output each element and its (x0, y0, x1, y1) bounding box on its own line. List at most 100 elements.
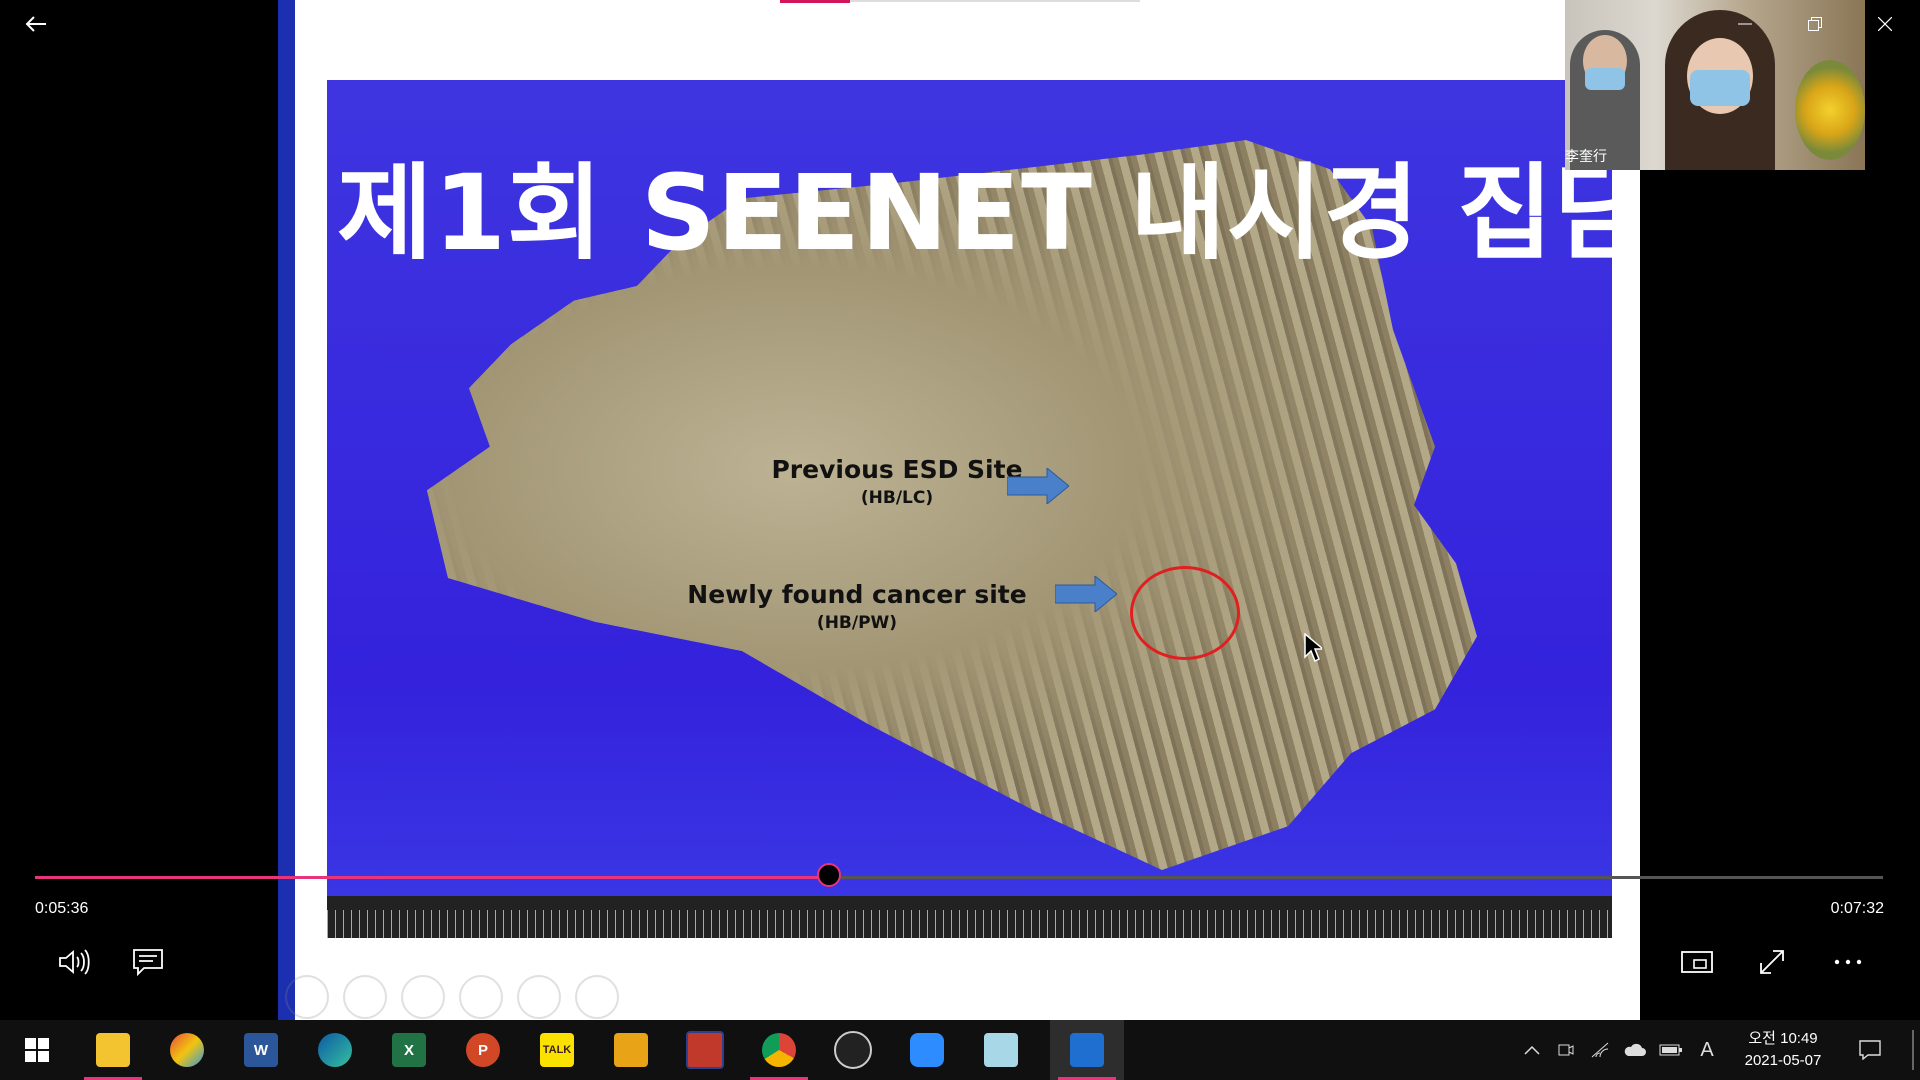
slide-left-border (278, 0, 295, 1020)
wifi-icon (1591, 1042, 1609, 1058)
tray-battery[interactable] (1656, 1020, 1686, 1080)
annotation-new-cancer: Newly found cancer site (HB/PW) (657, 580, 1057, 633)
ghost-slides-icon (459, 975, 503, 1019)
fullscreen-button[interactable] (1750, 942, 1794, 982)
excel-icon: X (392, 1033, 426, 1067)
windows-logo-icon (25, 1038, 49, 1062)
windows-taskbar: W X P TALK A 오전 10:49 2021-05-07 (0, 1020, 1920, 1080)
cancer-site-circle (1130, 566, 1240, 660)
taskbar-zoom[interactable] (890, 1020, 964, 1080)
taskbar-file-explorer[interactable] (76, 1020, 150, 1080)
more-options-button[interactable] (1826, 942, 1870, 982)
captions-icon (133, 949, 163, 976)
slide-progress-indicator (780, 0, 850, 3)
powerpoint-icon: P (466, 1033, 500, 1067)
file-explorer-icon (96, 1033, 130, 1067)
taskbar-paint[interactable] (150, 1020, 224, 1080)
show-desktop-divider[interactable] (1912, 1030, 1914, 1070)
taskbar-video-player[interactable] (1050, 1020, 1124, 1080)
forward-30-icon: 30 (1021, 948, 1050, 978)
close-icon (1878, 17, 1892, 31)
taskbar-powerpoint[interactable]: P (446, 1020, 520, 1080)
minimize-button[interactable] (1710, 0, 1780, 48)
participant-1-mask (1585, 68, 1625, 90)
paint-icon (170, 1033, 204, 1067)
tray-network[interactable] (1586, 1020, 1614, 1080)
total-time: 0:07:32 (1830, 900, 1884, 917)
notepad-app-icon (984, 1033, 1018, 1067)
taskbar-calendar-app[interactable] (668, 1020, 742, 1080)
kakaotalk-icon: TALK (540, 1033, 574, 1067)
close-button[interactable] (1850, 0, 1920, 48)
tray-onedrive[interactable] (1620, 1020, 1650, 1080)
ghost-next-icon (343, 975, 387, 1019)
ime-indicator[interactable]: A (1692, 1020, 1722, 1080)
slide-toolbar-ghost (285, 975, 619, 1019)
restore-button[interactable] (1780, 0, 1850, 48)
ghost-prev-icon (285, 975, 329, 1019)
play-icon (951, 948, 974, 976)
ghost-pen-icon (401, 975, 445, 1019)
word-icon: W (244, 1033, 278, 1067)
annotation-main: Newly found cancer site (687, 580, 1027, 609)
battery-icon (1659, 1044, 1682, 1056)
zoom-icon (910, 1033, 944, 1067)
rewind-label: 10 (881, 962, 897, 978)
captions-button[interactable] (126, 942, 170, 982)
calendar-app-icon (686, 1031, 724, 1069)
rewind-10-icon: 10 (872, 948, 901, 978)
action-center-button[interactable] (1852, 1020, 1888, 1080)
taskbar-clock[interactable]: 오전 10:49 2021-05-07 (1728, 1028, 1838, 1072)
obs-icon (834, 1031, 872, 1069)
chevron-up-icon (1524, 1045, 1540, 1055)
mini-view-button[interactable] (1675, 942, 1719, 982)
ghost-zoom-icon (517, 975, 561, 1019)
participant-name: 李奎行 (1565, 148, 1607, 164)
minimize-icon (1738, 23, 1752, 25)
restore-icon (1808, 17, 1822, 31)
people-app-icon (614, 1033, 648, 1067)
taskbar-kakaotalk[interactable]: TALK (520, 1020, 594, 1080)
back-arrow-icon (25, 16, 46, 32)
slide-title: 제1회 SEENET 내시경 집담회 (337, 152, 1612, 274)
annotation-sub: (HB/PW) (816, 613, 898, 633)
draw-button[interactable] (1600, 942, 1644, 982)
cloud-icon (1624, 1043, 1646, 1056)
seek-bar[interactable] (35, 863, 1883, 887)
window-controls (1710, 0, 1920, 48)
forward-label: 30 (1029, 962, 1045, 978)
back-button[interactable] (20, 8, 52, 40)
pen-icon (1609, 949, 1635, 975)
taskbar-people-app[interactable] (594, 1020, 668, 1080)
seek-bar-thumb[interactable] (816, 863, 841, 887)
taskbar-chrome[interactable] (742, 1020, 816, 1080)
taskbar-word[interactable]: W (224, 1020, 298, 1080)
taskbar-edge[interactable] (298, 1020, 372, 1080)
camera-tray-icon (1558, 1044, 1574, 1056)
taskbar-obs[interactable] (816, 1020, 890, 1080)
forward-30-button[interactable]: 30 (1010, 942, 1060, 982)
notification-icon (1859, 1040, 1881, 1060)
specimen-slide-image: 제1회 SEENET 내시경 집담회 Previous ESD Site (HB… (327, 80, 1612, 938)
show-hidden-icons[interactable] (1518, 1020, 1546, 1080)
current-time: 0:05:36 (35, 900, 89, 917)
volume-button[interactable] (52, 942, 96, 982)
video-player-icon (1070, 1033, 1104, 1067)
play-button[interactable] (940, 942, 984, 982)
fullscreen-icon (1760, 950, 1784, 974)
taskbar-excel[interactable]: X (372, 1020, 446, 1080)
flowers (1795, 60, 1865, 160)
start-button[interactable] (0, 1020, 74, 1080)
taskbar-notepad-app[interactable] (964, 1020, 1038, 1080)
seek-bar-progress (35, 876, 829, 879)
volume-icon (59, 949, 90, 975)
clock-time: 오전 10:49 (1748, 1030, 1818, 1047)
edge-icon (318, 1033, 352, 1067)
mini-view-icon (1681, 951, 1713, 973)
participant-2-mask (1690, 70, 1750, 106)
tray-meet[interactable] (1552, 1020, 1580, 1080)
more-icon (1834, 959, 1862, 965)
rewind-10-button[interactable]: 10 (862, 942, 912, 982)
chrome-icon (762, 1033, 796, 1067)
slide-progress-track (850, 0, 1140, 2)
